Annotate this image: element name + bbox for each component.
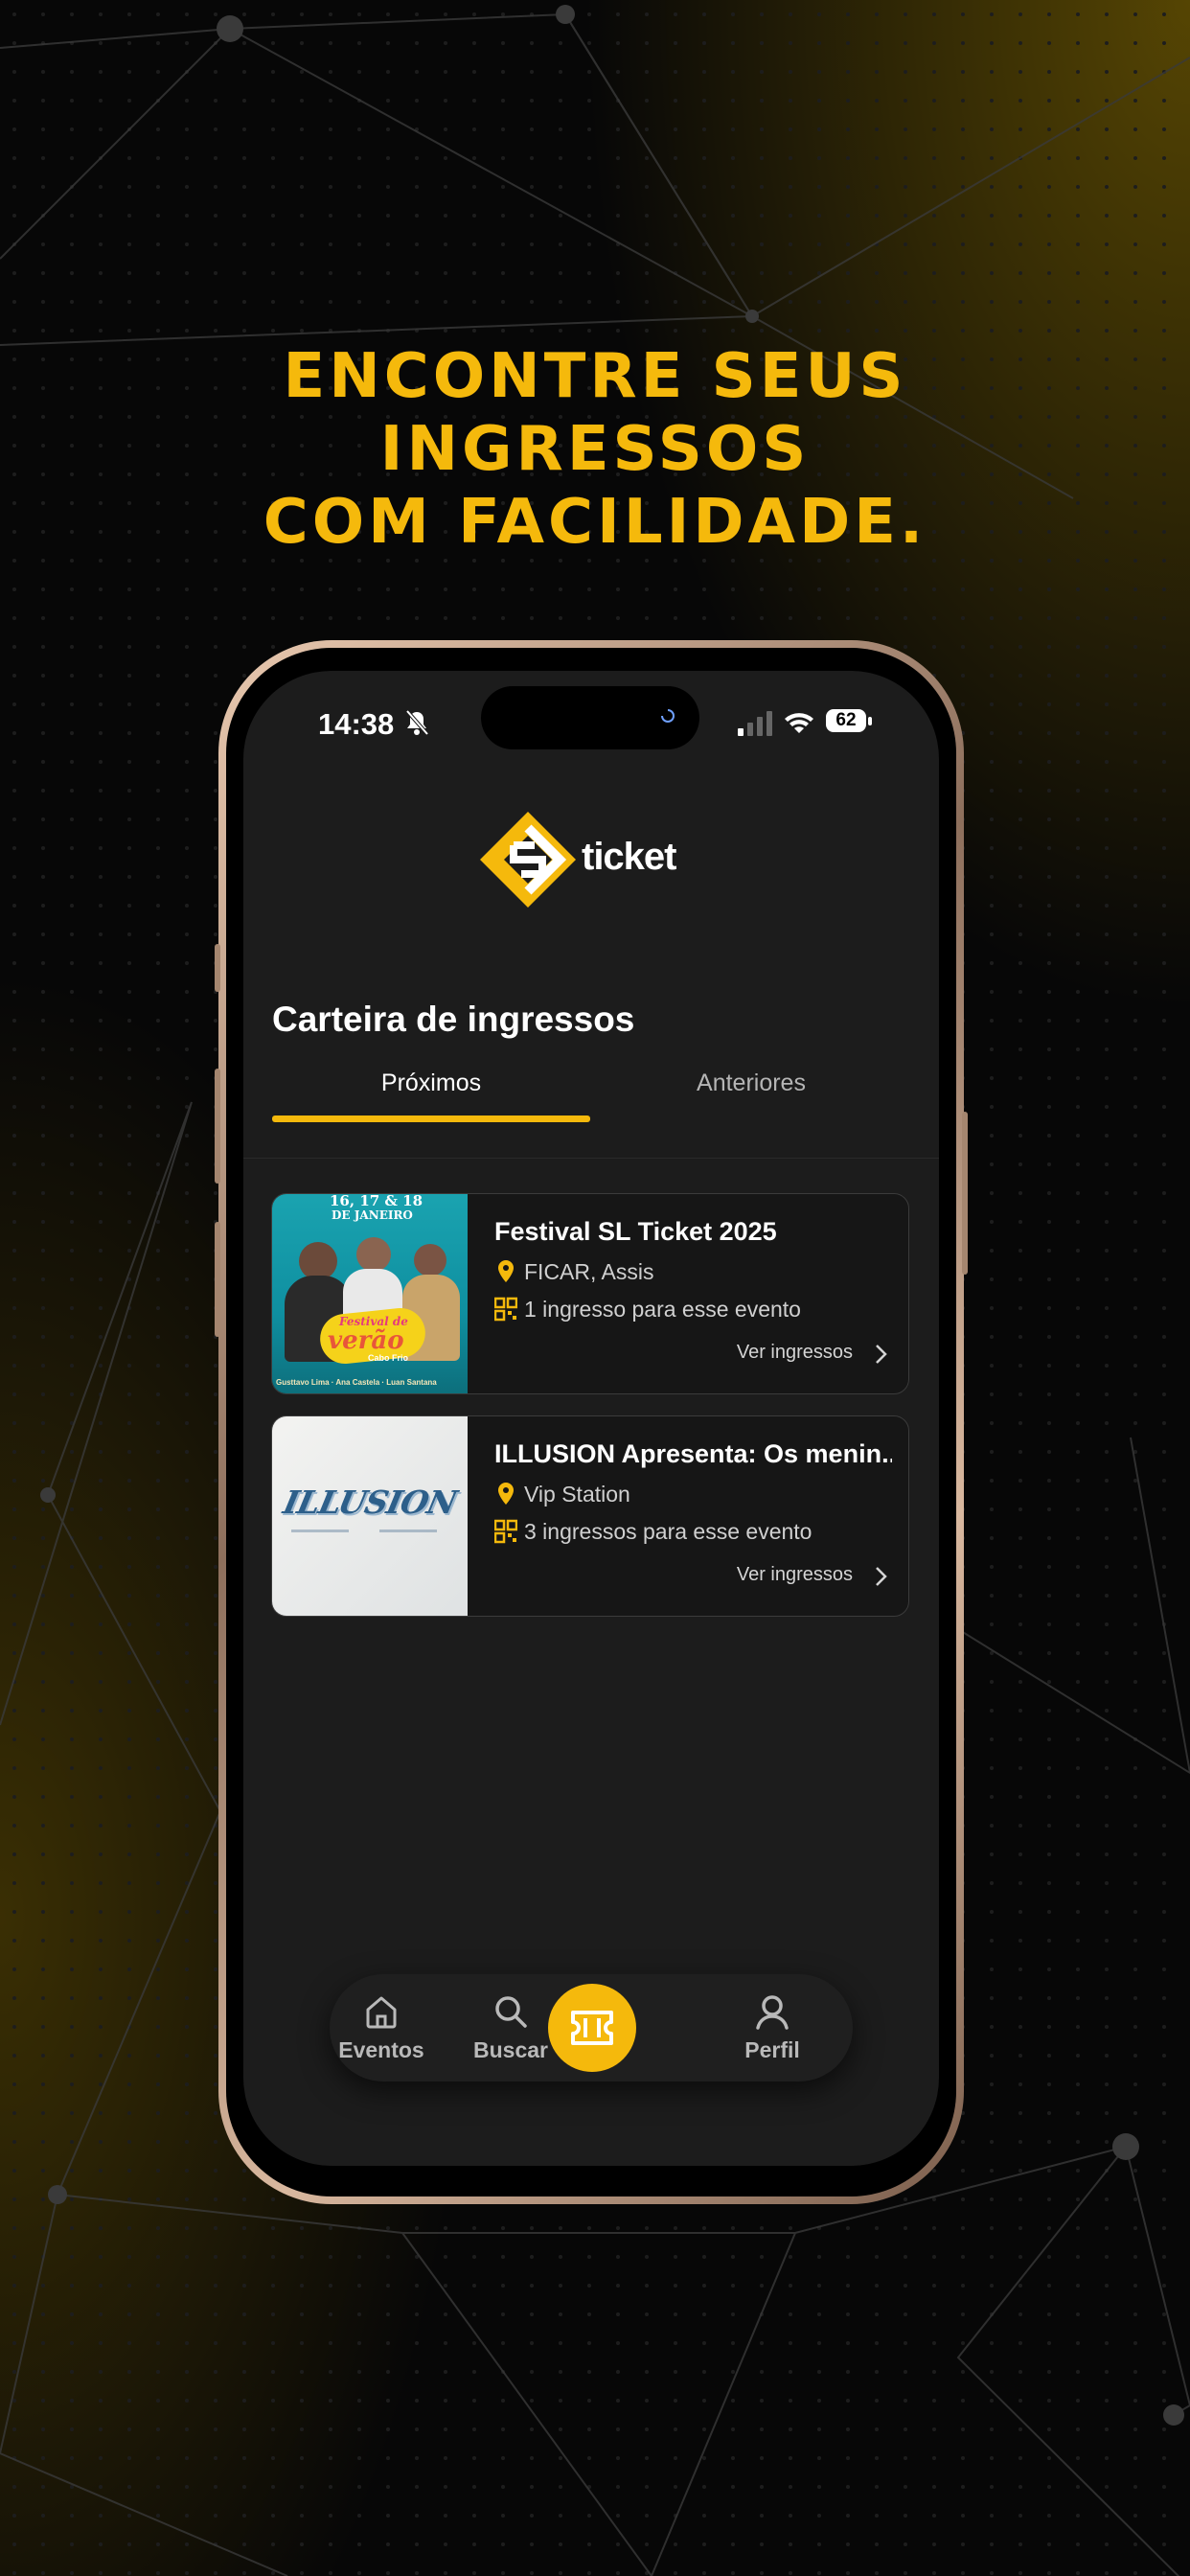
status-time: 14:38 [318,707,395,741]
active-tab-indicator [272,1116,590,1122]
event-card[interactable]: 16, 17 & 18 DE JANEIRO Festival de verão… [271,1193,909,1394]
location-pin-icon [498,1483,514,1505]
sl-logo-mark-icon [480,812,576,908]
headline-line-1: ENCONTRE SEUS [283,341,907,412]
phone-power-button [962,1112,968,1275]
battery-indicator: 62 [826,709,874,734]
poster-lineup: Gusttavo Lima · Ana Castela · Luan Santa… [276,1378,437,1387]
nav-eventos-label: Eventos [338,2037,424,2062]
phone-volume-down-button [215,1222,220,1337]
event-ticket-count-text: 1 ingresso para esse evento [524,1297,801,1322]
event-ticket-count: 3 ingressos para esse evento [494,1519,878,1548]
event-title: ILLUSION Apresenta: Os menin... [494,1439,892,1468]
event-location-text: FICAR, Assis [524,1259,654,1284]
dynamic-island [481,686,699,749]
event-location: FICAR, Assis [494,1259,878,1288]
event-poster-image: 16, 17 & 18 DE JANEIRO Festival de verão… [272,1194,468,1393]
user-icon [756,1995,789,2030]
phone-screen: 14:38 62 ticket Carteira de ingressos Pr… [243,671,939,2166]
headline-line-2: INGRESSOS [379,414,811,485]
qr-code-icon [494,1297,517,1322]
poster-month: DE JANEIRO [332,1208,413,1222]
phone-action-button [215,944,220,992]
nav-perfil-label: Perfil [744,2037,800,2062]
bell-slash-icon [405,709,429,736]
wifi-icon [785,713,813,733]
bottom-navigation: Eventos Buscar Perfil [330,1974,853,2082]
view-tickets-label: Ver ingressos [736,1342,853,1363]
logo-text: ticket [582,836,676,878]
headline-line-3: COM FACILIDADE. [263,487,927,558]
view-tickets-label: Ver ingressos [736,1564,853,1585]
nav-buscar[interactable]: Buscar [463,1984,559,2072]
poster-brand-main: verão [328,1326,404,1355]
chevron-right-icon[interactable] [874,1344,887,1365]
page-title: Carteira de ingressos [272,1000,635,1039]
tab-anteriores[interactable]: Anteriores [592,1070,910,1097]
battery-level: 62 [826,709,866,732]
cellular-signal-icon [738,711,772,736]
search-icon [495,1996,527,2028]
tab-proximos[interactable]: Próximos [272,1070,590,1097]
event-card[interactable]: ILLUSION ILLUSION Apresenta: Os menin...… [271,1415,909,1617]
event-location: Vip Station [494,1482,878,1510]
view-tickets-link[interactable]: Ver ingressos [737,1342,878,1364]
app-logo: ticket [475,807,715,912]
nav-tickets[interactable] [548,1984,636,2072]
event-ticket-count-text: 3 ingressos para esse evento [524,1519,812,1544]
qr-code-icon [494,1519,517,1544]
poster-brand-sub: Cabo Frio [368,1353,408,1363]
promo-headline: ENCONTRE SEUS INGRESSOS COM FACILIDADE. [0,340,1190,559]
nav-eventos[interactable]: Eventos [333,1984,429,2072]
divider [243,1158,939,1159]
location-pin-icon [498,1260,514,1282]
ticket-icon [571,2011,613,2045]
event-poster-image: ILLUSION [272,1416,468,1616]
chevron-right-icon[interactable] [874,1566,887,1587]
event-location-text: Vip Station [524,1482,630,1506]
activity-spinner-icon [661,709,675,723]
home-icon [366,1996,397,2029]
nav-perfil[interactable]: Perfil [724,1984,820,2072]
poster-dates: 16, 17 & 18 [330,1193,423,1209]
event-title: Festival SL Ticket 2025 [494,1217,777,1246]
status-bar: 14:38 62 [243,671,939,776]
event-ticket-count: 1 ingresso para esse evento [494,1297,878,1325]
view-tickets-link[interactable]: Ver ingressos [737,1564,878,1586]
poster-word: ILLUSION [280,1484,460,1521]
nav-buscar-label: Buscar [473,2037,548,2062]
phone-volume-up-button [215,1069,220,1184]
